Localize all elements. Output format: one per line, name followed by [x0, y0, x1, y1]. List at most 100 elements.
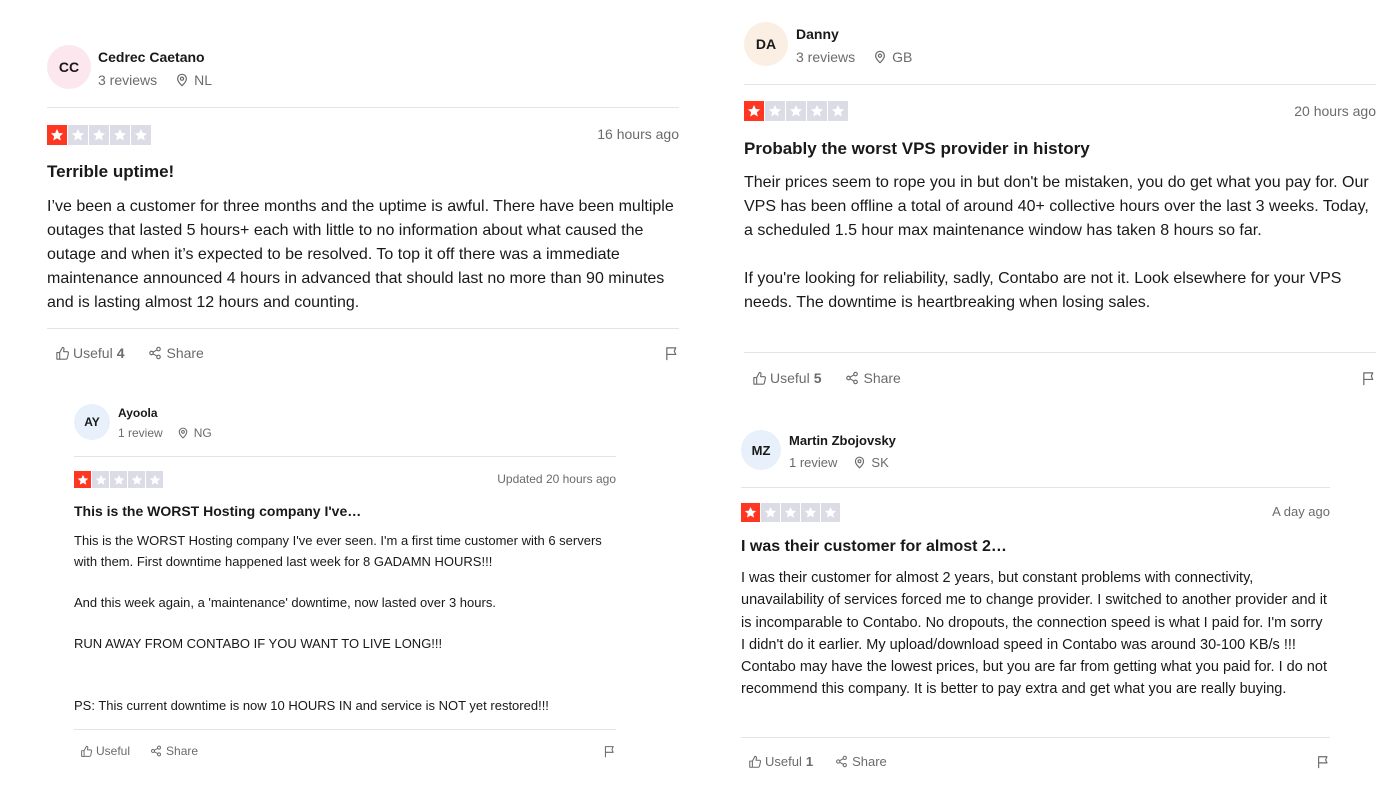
- review-date: 16 hours ago: [597, 126, 679, 142]
- review-body: This is the WORST Hosting company I've e…: [74, 530, 616, 716]
- review-header: MZ Martin Zbojovsky 1 review SK: [741, 430, 896, 470]
- location-pin-icon: [175, 73, 189, 87]
- review-header: CC Cedrec Caetano 3 reviews NL: [47, 45, 212, 89]
- avatar[interactable]: DA: [744, 22, 788, 66]
- review-header: DA Danny 3 reviews GB: [744, 22, 912, 66]
- country-code: NL: [194, 72, 213, 88]
- avatar[interactable]: MZ: [741, 430, 781, 470]
- divider: [744, 352, 1376, 353]
- review-date: 20 hours ago: [1294, 103, 1376, 119]
- useful-button[interactable]: Useful 5: [752, 370, 821, 386]
- share-button[interactable]: Share: [150, 744, 198, 758]
- star-rating: [74, 471, 163, 488]
- thumbs-up-icon: [80, 745, 93, 758]
- report-flag-icon[interactable]: [1316, 755, 1330, 769]
- star-filled-icon: [74, 471, 91, 488]
- location-pin-icon: [177, 427, 189, 439]
- reviewer-name[interactable]: Ayoola: [118, 406, 212, 421]
- thumbs-up-icon: [752, 371, 767, 386]
- share-label: Share: [852, 754, 887, 769]
- share-icon: [835, 755, 848, 768]
- star-empty-icon: [110, 471, 127, 488]
- useful-button[interactable]: Useful 4: [55, 345, 124, 361]
- useful-label: Useful: [73, 345, 113, 361]
- review-actions: Useful 5 Share: [744, 370, 1376, 386]
- star-empty-icon: [786, 101, 806, 121]
- review-title[interactable]: This is the WORST Hosting company I've…: [74, 503, 361, 519]
- star-filled-icon: [47, 125, 67, 145]
- review-count: 1 review: [118, 425, 163, 440]
- review-count: 3 reviews: [98, 72, 158, 88]
- reviewer-name[interactable]: Danny: [796, 25, 912, 43]
- review-paragraph: PS: This current downtime is now 10 HOUR…: [74, 698, 549, 713]
- useful-count: 5: [813, 370, 822, 386]
- star-empty-icon: [68, 125, 88, 145]
- divider: [47, 328, 679, 329]
- share-icon: [845, 371, 859, 385]
- review-actions: Useful 4 Share: [47, 345, 679, 361]
- country-code: SK: [871, 454, 889, 470]
- report-flag-icon[interactable]: [603, 745, 616, 758]
- country-code: GB: [892, 49, 913, 65]
- review-date: A day ago: [1272, 504, 1330, 519]
- country-code: NG: [193, 425, 212, 440]
- thumbs-up-icon: [55, 346, 70, 361]
- share-button[interactable]: Share: [148, 345, 204, 361]
- share-icon: [148, 346, 162, 360]
- review-count: 1 review: [789, 454, 838, 470]
- useful-label: Useful: [770, 370, 810, 386]
- share-button[interactable]: Share: [835, 754, 887, 769]
- star-empty-icon: [801, 503, 820, 522]
- star-empty-icon: [821, 503, 840, 522]
- review-paragraph: And this week again, a 'maintenance' dow…: [74, 595, 496, 610]
- review-actions: Useful Share: [74, 744, 616, 758]
- review-title[interactable]: I was their customer for almost 2…: [741, 538, 1007, 556]
- star-empty-icon: [110, 125, 130, 145]
- share-icon: [150, 745, 162, 757]
- review-paragraph: If you're looking for reliability, sadly…: [744, 270, 1342, 311]
- share-label: Share: [863, 370, 901, 386]
- star-empty-icon: [765, 101, 785, 121]
- review-card: CC Cedrec Caetano 3 reviews NL 16 hours …: [47, 45, 679, 375]
- review-header: AY Ayoola 1 review NG: [74, 404, 212, 440]
- reviewer-name[interactable]: Martin Zbojovsky: [789, 433, 896, 449]
- share-label: Share: [166, 345, 204, 361]
- star-empty-icon: [807, 101, 827, 121]
- useful-count: 1: [805, 754, 814, 769]
- thumbs-up-icon: [748, 755, 762, 769]
- review-title[interactable]: Probably the worst VPS provider in histo…: [744, 139, 1090, 159]
- review-paragraph: I was their customer for almost 2 years,…: [741, 570, 1327, 698]
- review-title[interactable]: Terrible uptime!: [47, 162, 174, 182]
- star-filled-icon: [744, 101, 764, 121]
- useful-button[interactable]: Useful: [80, 744, 130, 758]
- avatar[interactable]: AY: [74, 404, 110, 440]
- report-flag-icon[interactable]: [664, 346, 679, 361]
- star-empty-icon: [131, 125, 151, 145]
- divider: [741, 737, 1330, 738]
- share-button[interactable]: Share: [845, 370, 901, 386]
- useful-label: Useful: [96, 744, 131, 758]
- star-empty-icon: [781, 503, 800, 522]
- star-filled-icon: [741, 503, 760, 522]
- divider: [741, 487, 1330, 488]
- reviewer-name[interactable]: Cedrec Caetano: [98, 48, 212, 66]
- review-card: MZ Martin Zbojovsky 1 review SK A day ag…: [741, 430, 1330, 775]
- review-paragraph: I’ve been a customer for three months an…: [47, 198, 674, 311]
- star-rating: [741, 503, 840, 522]
- divider: [47, 107, 679, 108]
- review-date: Updated 20 hours ago: [497, 472, 616, 486]
- star-empty-icon: [128, 471, 145, 488]
- review-count: 3 reviews: [796, 49, 856, 65]
- divider: [74, 456, 616, 457]
- avatar[interactable]: CC: [47, 45, 91, 89]
- location-pin-icon: [853, 456, 866, 469]
- report-flag-icon[interactable]: [1361, 371, 1376, 386]
- review-body: I’ve been a customer for three months an…: [47, 195, 679, 315]
- review-actions: Useful 1 Share: [741, 754, 1330, 769]
- review-body: Their prices seem to rope you in but don…: [744, 171, 1376, 315]
- star-rating: [744, 101, 848, 121]
- star-rating: [47, 125, 151, 145]
- share-label: Share: [166, 744, 199, 758]
- useful-button[interactable]: Useful 1: [748, 754, 813, 769]
- divider: [74, 729, 616, 730]
